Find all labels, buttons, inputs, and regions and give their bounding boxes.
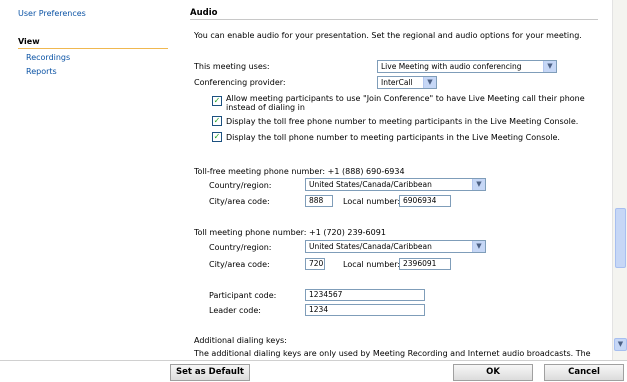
- chevron-down-icon: ▼: [472, 241, 485, 252]
- toll-country-select[interactable]: United States/Canada/Caribbean ▼: [305, 240, 486, 253]
- leader-code-input[interactable]: 1234: [305, 304, 425, 316]
- toll-free-city-label: City/area code:: [209, 197, 270, 206]
- set-as-default-button[interactable]: Set as Default: [170, 364, 250, 381]
- toll-country-value: United States/Canada/Caribbean: [309, 242, 432, 251]
- toll-free-country-select[interactable]: United States/Canada/Caribbean ▼: [305, 178, 486, 191]
- conferencing-provider-select[interactable]: InterCall ▼: [377, 76, 437, 89]
- ok-button[interactable]: OK: [453, 364, 533, 381]
- toll-local-label: Local number:: [343, 260, 401, 269]
- section-title-audio: Audio: [190, 8, 218, 18]
- sidebar-heading-view: View: [18, 37, 40, 46]
- toll-free-country-value: United States/Canada/Caribbean: [309, 180, 432, 189]
- join-conference-label: Allow meeting participants to use "Join …: [226, 94, 585, 112]
- toll-city-label: City/area code:: [209, 260, 270, 269]
- audio-settings-panel: Audio You can enable audio for your pres…: [178, 0, 612, 360]
- toll-free-local-input[interactable]: 6906934: [399, 195, 451, 207]
- join-conference-label-line1: Allow meeting participants to use "Join …: [226, 94, 585, 103]
- toll-free-display-label: Display the toll free phone number to me…: [226, 117, 579, 126]
- additional-dialing-keys-text: The additional dialing keys are only use…: [194, 349, 591, 358]
- sidebar-divider: [18, 48, 168, 49]
- additional-dialing-keys-heading: Additional dialing keys:: [194, 336, 287, 345]
- toll-free-local-label: Local number:: [343, 197, 401, 206]
- sidebar-item-user-preferences[interactable]: User Preferences: [18, 9, 86, 18]
- toll-city-input[interactable]: 720: [305, 258, 325, 270]
- conferencing-provider-value: InterCall: [381, 78, 413, 87]
- scroll-down-arrow-icon[interactable]: ▼: [614, 338, 627, 351]
- cancel-button[interactable]: Cancel: [544, 364, 624, 381]
- chevron-down-icon: ▼: [472, 179, 485, 190]
- meeting-uses-value: Live Meeting with audio conferencing: [381, 62, 522, 71]
- meeting-uses-select[interactable]: Live Meeting with audio conferencing ▼: [377, 60, 557, 73]
- join-conference-checkbox[interactable]: ✓: [212, 96, 222, 106]
- toll-free-country-label: Country/region:: [209, 181, 272, 190]
- toll-display-checkbox[interactable]: ✓: [212, 132, 222, 142]
- leader-code-label: Leader code:: [209, 306, 261, 315]
- left-sidebar: User Preferences View Recordings Reports: [0, 0, 178, 360]
- toll-display-label: Display the toll phone number to meeting…: [226, 133, 560, 142]
- participant-code-input[interactable]: 1234567: [305, 289, 425, 301]
- scrollbar-thumb[interactable]: [615, 208, 626, 268]
- meeting-uses-label: This meeting uses:: [194, 62, 270, 71]
- conferencing-provider-label: Conferencing provider:: [194, 78, 286, 87]
- toll-local-input[interactable]: 2396091: [399, 258, 451, 270]
- toll-country-label: Country/region:: [209, 243, 272, 252]
- section-divider: [190, 19, 598, 20]
- audio-intro-text: You can enable audio for your presentati…: [194, 31, 582, 40]
- vertical-scrollbar[interactable]: ▼: [612, 0, 627, 360]
- toll-free-city-input[interactable]: 888: [305, 195, 333, 207]
- sidebar-item-recordings[interactable]: Recordings: [26, 53, 70, 62]
- toll-heading: Toll meeting phone number: +1 (720) 239-…: [194, 228, 386, 237]
- toll-free-display-checkbox[interactable]: ✓: [212, 116, 222, 126]
- join-conference-label-line2: instead of dialing in: [226, 103, 305, 112]
- chevron-down-icon: ▼: [423, 77, 436, 88]
- chevron-down-icon: ▼: [543, 61, 556, 72]
- sidebar-item-reports[interactable]: Reports: [26, 67, 57, 76]
- participant-code-label: Participant code:: [209, 291, 277, 300]
- toll-free-heading: Toll-free meeting phone number: +1 (888)…: [194, 167, 405, 176]
